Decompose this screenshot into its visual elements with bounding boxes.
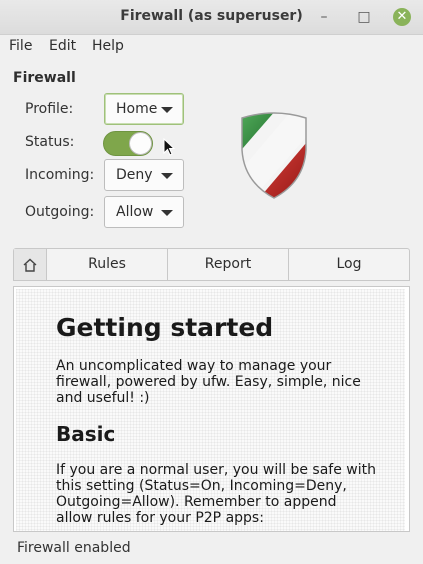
- tab-log[interactable]: Log: [289, 249, 409, 280]
- outgoing-value: Allow: [116, 204, 154, 220]
- outgoing-dropdown[interactable]: Allow: [104, 196, 184, 228]
- incoming-dropdown[interactable]: Deny: [104, 159, 184, 191]
- profile-value: Home: [116, 101, 158, 117]
- doc-heading: Getting started: [56, 313, 274, 342]
- tab-rules[interactable]: Rules: [47, 249, 168, 280]
- chevron-down-icon: [161, 107, 173, 113]
- home-icon: [23, 258, 37, 272]
- status-bar-text: Firewall enabled: [17, 540, 131, 556]
- chevron-down-icon: [161, 210, 173, 216]
- profile-label: Profile:: [25, 101, 74, 117]
- chevron-down-icon: [161, 173, 173, 179]
- menu-help[interactable]: Help: [92, 38, 124, 54]
- firewall-shield-icon: [241, 112, 307, 199]
- doc-intro: An uncomplicated way to manage your fire…: [56, 358, 361, 406]
- section-title: Firewall: [13, 70, 76, 86]
- doc-basic-text: If you are a normal user, you will be sa…: [56, 462, 377, 526]
- mouse-cursor-icon: [163, 138, 175, 156]
- minimize-icon[interactable]: –: [315, 8, 333, 26]
- status-toggle[interactable]: [103, 131, 153, 156]
- toggle-knob: [129, 132, 152, 155]
- profile-dropdown[interactable]: Home: [104, 93, 184, 125]
- menu-bar: File Edit Help: [0, 35, 423, 57]
- menu-file[interactable]: File: [9, 38, 32, 54]
- status-label: Status:: [25, 134, 75, 150]
- tab-home[interactable]: [14, 249, 47, 280]
- getting-started-doc: Getting started An uncomplicated way to …: [56, 313, 376, 526]
- maximize-icon[interactable]: □: [355, 8, 373, 26]
- menu-edit[interactable]: Edit: [49, 38, 76, 54]
- title-bar: Firewall (as superuser) – □ ✕: [0, 0, 423, 35]
- home-content-pane[interactable]: Getting started An uncomplicated way to …: [13, 286, 410, 532]
- tab-bar: Rules Report Log: [13, 248, 410, 281]
- outgoing-label: Outgoing:: [25, 204, 95, 220]
- notebook: Rules Report Log Getting started An unco…: [13, 248, 410, 532]
- close-icon[interactable]: ✕: [393, 8, 411, 26]
- tab-report[interactable]: Report: [168, 249, 289, 280]
- incoming-label: Incoming:: [25, 167, 95, 183]
- incoming-value: Deny: [116, 167, 153, 183]
- doc-subheading: Basic: [56, 422, 116, 446]
